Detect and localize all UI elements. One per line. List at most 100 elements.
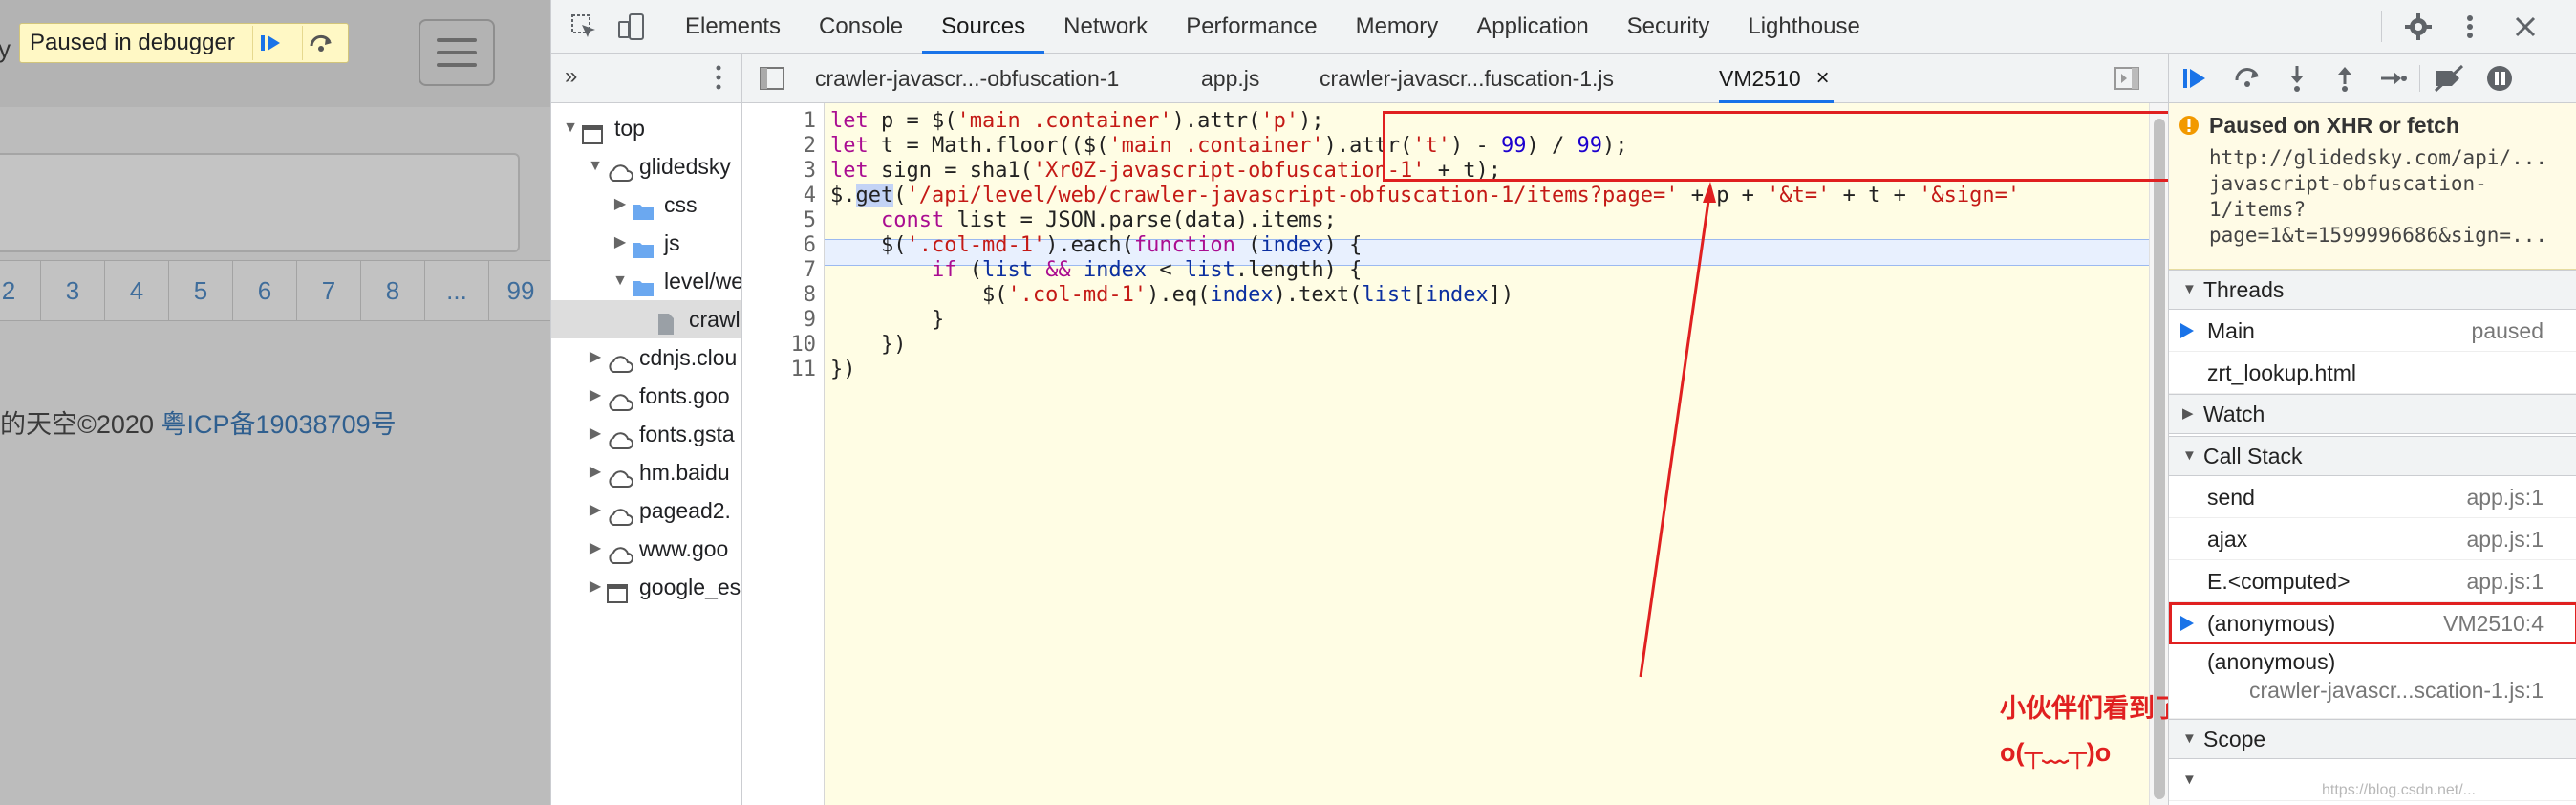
page-link[interactable]: 4 <box>104 260 169 321</box>
callstack-frame[interactable]: send app.js:1 <box>2169 476 2576 518</box>
collapsed-arrow-icon[interactable]: ▶ <box>586 415 605 453</box>
collapsed-arrow-icon[interactable]: ▶ <box>586 568 605 606</box>
expanded-arrow-icon[interactable]: ▼ <box>586 147 605 185</box>
tab-performance[interactable]: Performance <box>1167 0 1336 54</box>
tree-item[interactable]: crawler <box>551 300 741 338</box>
tab-sources[interactable]: Sources <box>922 0 1045 54</box>
more-options-icon[interactable] <box>2455 11 2485 42</box>
resume-icon[interactable] <box>251 26 290 60</box>
editor-tab[interactable]: app.js <box>1201 54 1259 103</box>
page-link[interactable]: ... <box>424 260 489 321</box>
step-over-icon[interactable] <box>301 26 340 60</box>
inspect-element-icon[interactable] <box>569 11 599 42</box>
device-toolbar-icon[interactable] <box>616 11 647 42</box>
line-number[interactable]: 2 <box>804 134 816 159</box>
editor-tab[interactable]: crawler-javascr...-obfuscation-1 <box>815 54 1119 103</box>
step-out-icon[interactable] <box>2329 63 2360 94</box>
close-tab-icon[interactable]: × <box>1816 54 1830 103</box>
callstack-frame[interactable]: E.<computed> app.js:1 <box>2169 560 2576 602</box>
pause-on-exceptions-icon[interactable] <box>2484 63 2515 94</box>
collapsed-arrow-icon[interactable]: ▶ <box>586 530 605 568</box>
tab-lighthouse[interactable]: Lighthouse <box>1728 0 1878 54</box>
tree-item[interactable]: ▶ js <box>551 224 741 262</box>
collapsed-arrow-icon[interactable]: ▶ <box>586 338 605 377</box>
page-link[interactable]: 99 <box>488 260 550 321</box>
tab-security[interactable]: Security <box>1608 0 1729 54</box>
tab-elements[interactable]: Elements <box>666 0 800 54</box>
page-link[interactable]: 6 <box>232 260 297 321</box>
code-line[interactable]: if (list && index < list.length) { <box>830 258 1362 283</box>
tab-application[interactable]: Application <box>1457 0 1607 54</box>
line-number[interactable]: 10 <box>791 333 817 358</box>
tree-item[interactable]: ▶ google_es <box>551 568 741 606</box>
code-line[interactable]: let p = $('main .container').attr('p'); <box>830 109 1324 134</box>
line-number[interactable]: 7 <box>804 258 816 283</box>
editor-tab[interactable]: crawler-javascr...fuscation-1.js <box>1320 54 1614 103</box>
line-number[interactable]: 4 <box>804 184 816 208</box>
tree-item[interactable]: ▶ cdnjs.clou <box>551 338 741 377</box>
collapsed-arrow-icon[interactable]: ▶ <box>611 224 630 262</box>
tree-item[interactable]: ▼ glidedsky <box>551 147 741 185</box>
code-line[interactable]: let t = Math.floor(($('main .container')… <box>830 134 1628 159</box>
code-area[interactable]: 1 2 3 4 5 6 7 8 9 10 11 let p = $('main .container… <box>742 103 2149 805</box>
callstack-frame[interactable]: ajax app.js:1 <box>2169 518 2576 560</box>
line-number[interactable]: 6 <box>804 233 816 258</box>
line-number-gutter[interactable]: 1 2 3 4 5 6 7 8 9 10 11 <box>742 103 825 805</box>
line-number[interactable]: 8 <box>804 283 816 308</box>
code-line[interactable]: }) <box>830 333 907 358</box>
line-number[interactable]: 5 <box>804 208 816 233</box>
callstack-section-header[interactable]: ▼ Call Stack <box>2169 436 2576 476</box>
tree-item[interactable]: ▶ pagead2. <box>551 491 741 530</box>
line-number[interactable]: 11 <box>791 358 817 382</box>
thread-row[interactable]: zrt_lookup.html <box>2169 352 2576 394</box>
icp-link[interactable]: 粤ICP备19038709号 <box>161 410 396 439</box>
navigator-menu-icon[interactable] <box>714 63 723 98</box>
close-devtools-icon[interactable] <box>2510 11 2541 42</box>
page-link[interactable]: 2 <box>0 260 41 321</box>
collapsed-arrow-icon[interactable]: ▶ <box>586 377 605 415</box>
tree-item[interactable]: ▶ fonts.gsta <box>551 415 741 453</box>
code-line[interactable]: } <box>830 308 944 333</box>
code-line[interactable]: let sign = sha1('Xr0Z-javascript-obfusca… <box>830 159 1501 184</box>
page-link[interactable]: 7 <box>296 260 361 321</box>
page-link[interactable]: 5 <box>168 260 233 321</box>
code-line[interactable]: const list = JSON.parse(data).items; <box>830 208 1337 233</box>
scope-section-header[interactable]: ▼ Scope <box>2169 719 2576 759</box>
threads-section-header[interactable]: ▼ Threads <box>2169 270 2576 310</box>
code-line[interactable]: }) <box>830 358 856 382</box>
watch-section-header[interactable]: ▶ Watch <box>2169 394 2576 434</box>
toggle-navigator-icon[interactable] <box>760 67 784 96</box>
deactivate-breakpoints-icon[interactable] <box>2433 63 2464 94</box>
line-number[interactable]: 3 <box>804 159 816 184</box>
tab-console[interactable]: Console <box>800 0 922 54</box>
collapsed-arrow-icon[interactable]: ▶ <box>611 185 630 224</box>
expanded-arrow-icon[interactable]: ▼ <box>611 262 630 300</box>
editor-tab-active[interactable]: VM2510 × <box>1719 54 1834 103</box>
tab-memory[interactable]: Memory <box>1337 0 1458 54</box>
line-number[interactable]: 1 <box>804 109 816 134</box>
thread-row-main[interactable]: Main paused <box>2169 310 2576 352</box>
step-icon[interactable] <box>2377 63 2408 94</box>
tree-item[interactable]: ▶ fonts.goo <box>551 377 741 415</box>
code-line[interactable]: $.get('/api/level/web/crawler-javascript… <box>830 184 2020 208</box>
resume-script-icon[interactable] <box>2180 63 2211 94</box>
page-link[interactable]: 8 <box>360 260 425 321</box>
code-line[interactable]: $('.col-md-1').eq(index).text(list[index… <box>830 283 1513 308</box>
tab-network[interactable]: Network <box>1044 0 1167 54</box>
toggle-debugger-icon[interactable] <box>2114 67 2139 96</box>
tree-item[interactable]: ▶ css <box>551 185 741 224</box>
code-line[interactable]: $('.col-md-1').each(function (index) { <box>830 233 1362 258</box>
page-link[interactable]: 3 <box>40 260 105 321</box>
more-tabs-icon[interactable]: » <box>565 63 577 90</box>
menu-toggle-button[interactable] <box>419 19 495 86</box>
step-into-icon[interactable] <box>2282 63 2312 94</box>
expanded-arrow-icon[interactable]: ▼ <box>561 109 580 147</box>
collapsed-arrow-icon[interactable]: ▶ <box>586 491 605 530</box>
step-over-next-call-icon[interactable] <box>2232 63 2263 94</box>
line-number[interactable]: 9 <box>804 308 816 333</box>
tree-item[interactable]: ▶ hm.baidu <box>551 453 741 491</box>
callstack-frame[interactable]: (anonymous) crawler-javascr...scation-1.… <box>2169 644 2576 719</box>
settings-gear-icon[interactable] <box>2403 11 2434 42</box>
tree-item[interactable]: ▶ www.goo <box>551 530 741 568</box>
tree-item[interactable]: ▼ top <box>551 109 741 147</box>
